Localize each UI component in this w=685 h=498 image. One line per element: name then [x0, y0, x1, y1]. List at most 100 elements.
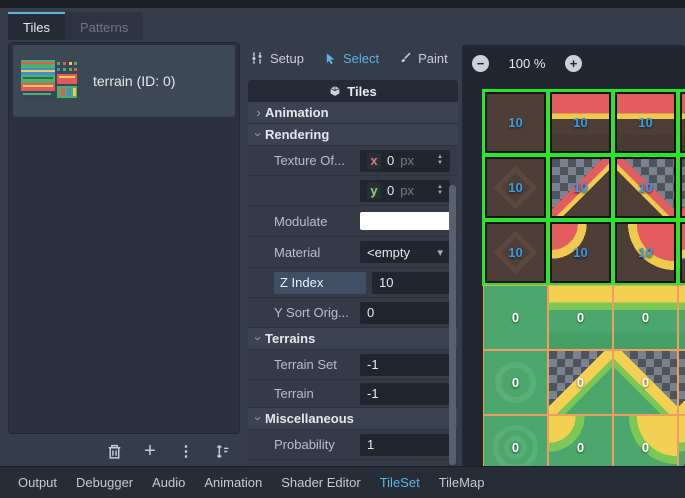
list-item-label: terrain (ID: 0): [93, 73, 175, 89]
tile-source-list[interactable]: terrain (ID: 0): [8, 42, 240, 434]
atlas-tile[interactable]: 10: [550, 157, 611, 218]
spinner-arrows-icon[interactable]: ▲ ▼: [437, 185, 443, 196]
atlas-tile[interactable]: 0: [678, 350, 685, 415]
tile-value-label: 10: [617, 94, 674, 151]
tileset-thumbnail: [21, 60, 79, 102]
atlas-tile[interactable]: 10: [615, 222, 676, 283]
terrain-set-field[interactable]: -1: [360, 354, 450, 376]
source-menu-button[interactable]: ⋮: [174, 439, 198, 463]
section-rendering-label: Rendering: [265, 127, 329, 142]
modulate-color-swatch[interactable]: [360, 212, 450, 230]
delete-source-button[interactable]: [102, 439, 126, 463]
section-animation-label: Animation: [265, 105, 329, 120]
tab-tiles[interactable]: Tiles: [8, 12, 65, 40]
add-source-button[interactable]: +: [138, 439, 162, 463]
tab-patterns-label: Patterns: [80, 20, 128, 35]
bottom-tab-tilemap[interactable]: TileMap: [437, 475, 487, 490]
zoom-out-button[interactable]: −: [472, 55, 489, 72]
atlas-tile[interactable]: 0: [483, 350, 548, 415]
property-row-texture-offset-x: Texture Of... x 0 px ▲ ▼: [248, 146, 458, 176]
probability-field[interactable]: 1: [360, 434, 450, 456]
bottom-tab-tileset[interactable]: TileSet: [378, 475, 422, 490]
atlas-tile[interactable]: 0: [613, 415, 678, 466]
atlas-tile[interactable]: 10: [485, 157, 546, 218]
atlas-tile[interactable]: 0: [613, 285, 678, 350]
bottom-tab-debugger[interactable]: Debugger: [74, 475, 135, 490]
bottom-tab-shader-editor[interactable]: Shader Editor: [279, 475, 363, 490]
terrain-field[interactable]: -1: [360, 383, 450, 405]
tile-value-label: 0: [549, 286, 612, 349]
spin-down-icon[interactable]: ▼: [437, 161, 443, 166]
zoom-bar: − 100 % +: [472, 55, 582, 72]
atlas-tile[interactable]: 0: [678, 415, 685, 466]
texture-offset-y-unit: px: [400, 183, 414, 198]
atlas-tile[interactable]: 0: [483, 415, 548, 466]
section-animation[interactable]: › Animation: [248, 102, 458, 124]
property-row-z-index: Z Index 10: [248, 268, 458, 298]
atlas-tile[interactable]: 0: [483, 285, 548, 350]
z-index-value: 10: [379, 275, 393, 290]
probability-label: Probability: [274, 437, 360, 452]
texture-offset-x-field[interactable]: x 0 px ▲ ▼: [360, 150, 450, 172]
chevron-down-icon: ›: [252, 412, 265, 425]
select-mode-button[interactable]: Select: [324, 51, 379, 66]
plus-icon: +: [144, 441, 156, 461]
atlas-tile[interactable]: 10: [680, 222, 685, 283]
atlas-view[interactable]: − 100 % + 101010101010101010101010000000…: [462, 45, 685, 466]
atlas-tile[interactable]: 10: [680, 157, 685, 218]
atlas-tile[interactable]: 0: [613, 350, 678, 415]
property-row-y-sort-origin: Y Sort Orig... 0: [248, 298, 458, 328]
axis-y-badge: y: [367, 183, 381, 199]
setup-mode-button[interactable]: Setup: [250, 51, 304, 66]
chevron-right-icon: ›: [252, 106, 265, 119]
texture-offset-y-field[interactable]: y 0 px ▲ ▼: [360, 180, 450, 202]
spin-down-icon[interactable]: ▼: [437, 191, 443, 196]
spinner-arrows-icon[interactable]: ▲ ▼: [437, 155, 443, 166]
terrain-value: -1: [367, 386, 379, 401]
atlas-tile[interactable]: 10: [615, 157, 676, 218]
inspector-scrollbar[interactable]: [449, 185, 456, 465]
trash-icon: [106, 443, 123, 460]
atlas-tile[interactable]: 10: [550, 222, 611, 283]
atlas-tile[interactable]: 10: [615, 92, 676, 153]
tile-value-label: 10: [552, 159, 609, 216]
y-sort-origin-field[interactable]: 0: [360, 302, 450, 324]
section-terrains[interactable]: › Terrains: [248, 328, 458, 350]
window-top-strip: [0, 0, 685, 8]
section-rendering[interactable]: › Rendering: [248, 124, 458, 146]
list-item-terrain[interactable]: terrain (ID: 0): [13, 45, 235, 117]
sort-sources-button[interactable]: [210, 439, 234, 463]
texture-offset-y-value: 0: [387, 183, 394, 198]
atlas-grid[interactable]: 101010101010101010101010000000000000: [483, 90, 685, 466]
tile-value-label: 10: [487, 159, 544, 216]
atlas-tile[interactable]: 0: [548, 285, 613, 350]
material-value: <empty: [367, 245, 410, 260]
atlas-tile[interactable]: 10: [485, 92, 546, 153]
property-row-terrain-set: Terrain Set -1: [248, 350, 458, 380]
atlas-tile[interactable]: 10: [680, 92, 685, 153]
y-sort-origin-label: Y Sort Orig...: [274, 305, 360, 320]
terrain-set-value: -1: [367, 357, 379, 372]
property-row-terrain: Terrain -1: [248, 380, 458, 408]
tab-patterns[interactable]: Patterns: [65, 12, 143, 40]
bottom-tab-output[interactable]: Output: [16, 475, 59, 490]
tile-value-label: 0: [679, 286, 685, 349]
zoom-in-button[interactable]: +: [565, 55, 582, 72]
paint-mode-button[interactable]: Paint: [399, 51, 448, 66]
atlas-tile[interactable]: 10: [485, 222, 546, 283]
kebab-menu-icon: ⋮: [179, 442, 194, 460]
material-dropdown[interactable]: <empty ▾: [360, 241, 450, 263]
axis-x-badge: x: [367, 153, 381, 169]
zoom-level: 100 %: [503, 56, 551, 71]
bottom-tab-audio[interactable]: Audio: [150, 475, 187, 490]
tile-value-label: 0: [679, 351, 685, 414]
bottom-tab-animation[interactable]: Animation: [202, 475, 264, 490]
atlas-tile[interactable]: 0: [548, 350, 613, 415]
atlas-tile[interactable]: 0: [548, 415, 613, 466]
section-miscellaneous[interactable]: › Miscellaneous: [248, 408, 458, 430]
select-label: Select: [343, 51, 379, 66]
atlas-tile[interactable]: 0: [678, 285, 685, 350]
atlas-tile[interactable]: 10: [550, 92, 611, 153]
inspector-header: Tiles: [248, 80, 458, 102]
z-index-field[interactable]: 10: [372, 272, 450, 294]
